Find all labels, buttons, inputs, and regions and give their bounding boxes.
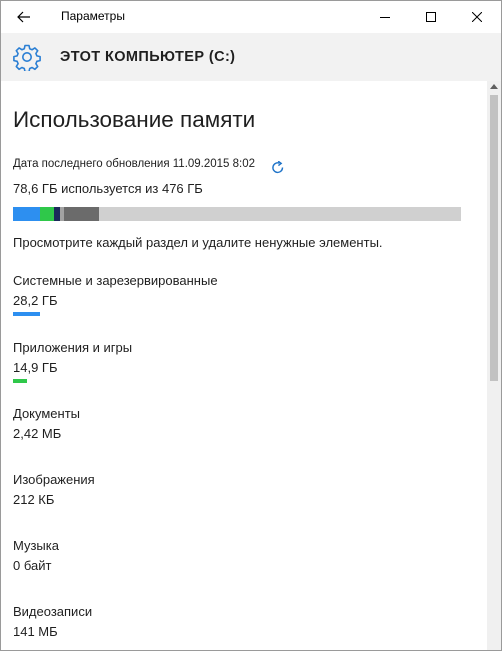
window-title: Параметры [61,9,125,23]
category-size: 2,42 МБ [13,426,62,441]
drive-title: ЭТОТ КОМПЬЮТЕР (C:) [60,49,236,65]
gear-icon [13,44,41,71]
close-icon [472,12,482,22]
category-size: 28,2 ГБ [13,293,58,308]
category-name: Видеозаписи [13,604,93,619]
category-system-reserved[interactable]: Системные и зарезервированные 28,2 ГБ [13,272,433,316]
category-name: Приложения и игры [13,340,133,355]
category-size: 212 КБ [13,492,55,507]
category-pictures[interactable]: Изображения 212 КБ [13,471,433,508]
last-updated-text: Дата последнего обновления 11.09.2015 8:… [13,158,256,170]
page-header: ЭТОТ КОМПЬЮТЕР (C:) [1,33,501,81]
maximize-icon [426,12,436,22]
usage-summary: 78,6 ГБ используется из 476 ГБ [13,181,203,196]
storage-segment [40,207,54,221]
category-size: 0 байт [13,558,52,573]
back-button[interactable] [7,3,41,31]
category-usage-bar [13,379,27,383]
storage-usage-bar [13,207,461,221]
scroll-thumb[interactable] [490,95,498,381]
back-arrow-icon [17,11,30,23]
category-name: Изображения [13,472,95,487]
category-name: Музыка [13,538,59,553]
category-videos[interactable]: Видеозаписи 141 МБ [13,603,433,640]
vertical-scrollbar[interactable] [487,81,501,650]
close-button[interactable] [454,1,500,33]
category-size: 14,9 ГБ [13,360,58,375]
minimize-button[interactable] [362,1,408,33]
title-bar: Параметры [1,1,501,33]
scroll-up-arrow-icon[interactable] [490,84,498,89]
category-size: 141 МБ [13,624,58,639]
maximize-button[interactable] [408,1,454,33]
category-documents[interactable]: Документы 2,42 МБ [13,405,433,442]
storage-segment [64,207,99,221]
minimize-icon [380,17,390,18]
page-title: Использование памяти [13,107,256,132]
settings-window: Параметры ЭТОТ КОМПЬЮТЕР (C:) Использова… [0,0,502,651]
category-name: Документы [13,406,81,421]
cleanup-hint: Просмотрите каждый раздел и удалите нену… [13,235,383,250]
storage-content: Использование памяти Дата последнего обн… [1,81,487,650]
category-usage-bar [13,312,40,316]
storage-segment [13,207,40,221]
category-music[interactable]: Музыка 0 байт [13,537,433,574]
category-name: Системные и зарезервированные [13,273,218,288]
refresh-icon[interactable] [271,161,285,175]
category-apps-games[interactable]: Приложения и игры 14,9 ГБ [13,339,433,383]
